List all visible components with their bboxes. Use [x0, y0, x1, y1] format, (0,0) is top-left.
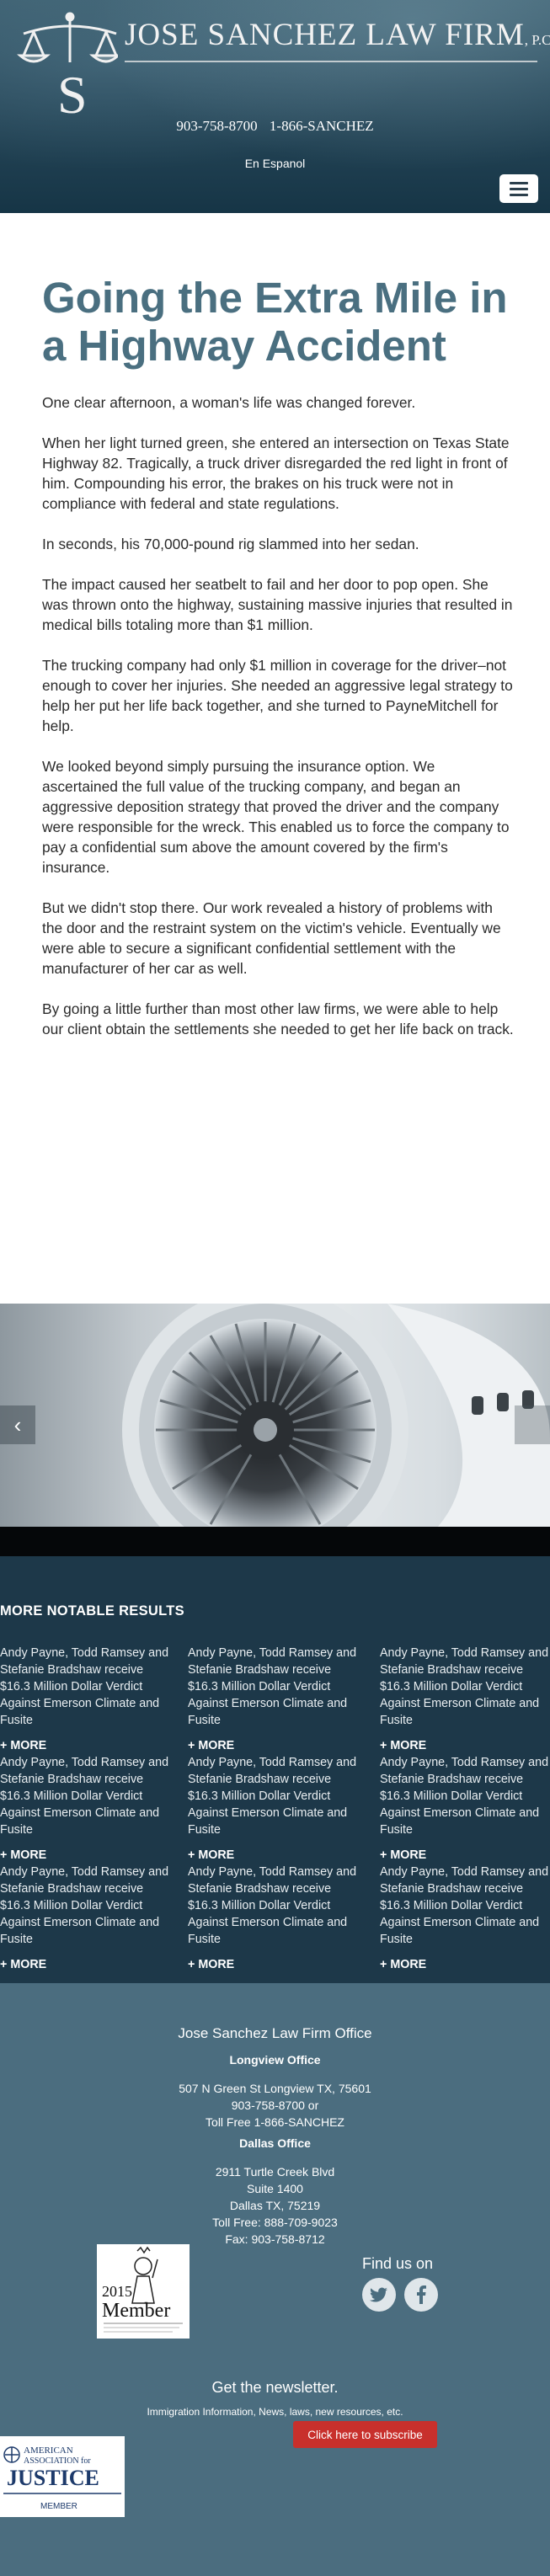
firm-name-text: JOSE SANCHEZ LAW FIRM	[125, 18, 525, 52]
hamburger-menu-icon	[510, 181, 528, 184]
firm-name-suffix: P.C.	[531, 32, 550, 48]
result-text: Andy Payne, Todd Ramsey and Stefanie Bra…	[188, 1756, 357, 1837]
article-paragraph: One clear afternoon, a woman's life was …	[42, 394, 416, 411]
result-more-link[interactable]: + MORE	[188, 1737, 360, 1754]
result-item: Andy Payne, Todd Ramsey and Stefanie Bra…	[380, 1754, 550, 1864]
results-heading: MORE NOTABLE RESULTS	[0, 1603, 184, 1619]
newsletter-title: Get the newsletter.	[211, 2379, 339, 2396]
longview-address: 507 N Green St Longview TX, 75601	[179, 2082, 371, 2095]
article-paragraph: By going a little further than most othe…	[42, 1000, 514, 1037]
phone-link-main[interactable]: 903-758-8700	[176, 118, 257, 134]
longview-tollfree[interactable]: Toll Free 1-866-SANCHEZ	[0, 2114, 550, 2131]
result-text: Andy Payne, Todd Ramsey and Stefanie Bra…	[380, 1646, 549, 1727]
result-item: Andy Payne, Todd Ramsey and Stefanie Bra…	[188, 1754, 360, 1864]
result-text: Andy Payne, Todd Ramsey and Stefanie Bra…	[0, 1646, 169, 1727]
facebook-button[interactable]	[404, 2278, 438, 2312]
article-paragraph: When her light turned green, she entered…	[42, 435, 510, 512]
dallas-address-1: 2911 Turtle Creek Blvd	[215, 2165, 335, 2179]
result-text: Andy Payne, Todd Ramsey and Stefanie Bra…	[188, 1865, 357, 1946]
result-more-link[interactable]: + MORE	[0, 1737, 173, 1754]
result-more-link[interactable]: + MORE	[380, 1737, 550, 1754]
slider-prev-button[interactable]: ‹	[0, 1405, 35, 1444]
longview-office-label: Longview Office	[229, 2053, 321, 2067]
twitter-icon	[370, 2287, 387, 2302]
aaj-line-4: MEMBER	[40, 2502, 77, 2511]
logo-divider	[125, 61, 537, 62]
result-text: Andy Payne, Todd Ramsey and Stefanie Bra…	[0, 1756, 169, 1837]
dallas-fax: Fax: 903-758-8712	[225, 2232, 325, 2246]
page-title: Going the Extra Mile in a Highway Accide…	[42, 274, 508, 370]
hamburger-menu-icon	[510, 187, 528, 190]
result-text: Andy Payne, Todd Ramsey and Stefanie Bra…	[188, 1646, 357, 1727]
longview-office: Longview Office 507 N Green St Longview …	[0, 2051, 550, 2131]
result-more-link[interactable]: + MORE	[380, 1847, 550, 1864]
result-item: Andy Payne, Todd Ramsey and Stefanie Bra…	[380, 1645, 550, 1754]
office-title: Jose Sanchez Law Firm Office	[178, 2025, 372, 2041]
dallas-tollfree[interactable]: Toll Free: 888-709-9023	[0, 2214, 550, 2231]
dallas-address-3: Dallas TX, 75219	[229, 2199, 321, 2212]
result-item: Andy Payne, Todd Ramsey and Stefanie Bra…	[380, 1864, 550, 1973]
notable-results-section: MORE NOTABLE RESULTS Andy Payne, Todd Ra…	[0, 1556, 550, 1983]
slider-next-button[interactable]	[515, 1405, 550, 1444]
article-paragraph: In seconds, his 70,000-pound rig slammed…	[42, 536, 419, 552]
result-more-link[interactable]: + MORE	[188, 1847, 360, 1864]
firm-name[interactable]: JOSE SANCHEZ LAW FIRM, P.C.	[125, 17, 550, 53]
phone-numbers: 903-758-8700 1-866-SANCHEZ	[0, 118, 550, 135]
hamburger-menu-button[interactable]	[499, 174, 538, 203]
result-more-link[interactable]: + MORE	[188, 1956, 360, 1973]
chevron-left-icon: ‹	[13, 1411, 22, 1437]
result-more-link[interactable]: + MORE	[0, 1847, 173, 1864]
result-item: Andy Payne, Todd Ramsey and Stefanie Bra…	[0, 1754, 173, 1864]
logo-letter: S	[57, 65, 88, 120]
result-text: Andy Payne, Todd Ramsey and Stefanie Bra…	[0, 1865, 169, 1946]
result-more-link[interactable]: + MORE	[0, 1956, 173, 1973]
article-content: Going the Extra Mile in a Highway Accide…	[42, 274, 514, 1059]
longview-phone[interactable]: 903-758-8700 or	[0, 2097, 550, 2114]
dallas-address-2: Suite 1400	[247, 2182, 303, 2195]
result-item: Andy Payne, Todd Ramsey and Stefanie Bra…	[188, 1645, 360, 1754]
member-badge-2015[interactable]: 2015 Member	[97, 2244, 190, 2339]
article-paragraph: We looked beyond simply pursuing the ins…	[42, 758, 510, 876]
american-association-for-justice-logo[interactable]: AMERICAN ASSOCIATION for JUSTICE MEMBER	[0, 2436, 125, 2517]
aaj-line-1: AMERICAN	[24, 2445, 73, 2456]
newsletter-description: Immigration Information, News, laws, new…	[147, 2406, 403, 2418]
hamburger-menu-icon	[510, 193, 528, 196]
article-paragraph: The trucking company had only $1 million…	[42, 657, 513, 734]
dallas-office: Dallas Office 2911 Turtle Creek Blvd Sui…	[0, 2135, 550, 2248]
jet-engine-illustration	[122, 1304, 550, 1527]
result-text: Andy Payne, Todd Ramsey and Stefanie Bra…	[380, 1865, 549, 1946]
badge-year: 2015	[102, 2283, 132, 2300]
badge-word: Member	[102, 2300, 170, 2322]
facebook-icon	[417, 2285, 426, 2304]
article-paragraph: The impact caused her seatbelt to fail a…	[42, 576, 513, 633]
language-link-espanol[interactable]: En Espanol	[0, 157, 550, 170]
aaj-line-2: ASSOCIATION for	[24, 2456, 91, 2466]
twitter-button[interactable]	[362, 2278, 396, 2312]
site-footer: Jose Sanchez Law Firm Office Longview Of…	[0, 1983, 550, 2576]
aaj-line-3: JUSTICE	[7, 2466, 99, 2490]
phone-link-tollfree[interactable]: 1-866-SANCHEZ	[270, 118, 374, 134]
slider-caption-bar	[0, 1527, 550, 1556]
jet-engine-photo	[0, 1304, 550, 1527]
result-item: Andy Payne, Todd Ramsey and Stefanie Bra…	[0, 1864, 173, 1973]
result-text: Andy Payne, Todd Ramsey and Stefanie Bra…	[380, 1756, 549, 1837]
subscribe-button[interactable]: Click here to subscribe	[293, 2421, 437, 2448]
result-item: Andy Payne, Todd Ramsey and Stefanie Bra…	[0, 1645, 173, 1754]
site-header: S JOSE SANCHEZ LAW FIRM, P.C. 903-758-87…	[0, 0, 550, 213]
result-item: Andy Payne, Todd Ramsey and Stefanie Bra…	[188, 1864, 360, 1973]
dallas-office-label: Dallas Office	[239, 2136, 311, 2150]
find-us-label: Find us on	[362, 2255, 434, 2272]
article-paragraph: But we didn't stop there. Our work revea…	[42, 899, 501, 977]
scales-of-justice-logo-icon[interactable]: S	[8, 12, 118, 120]
result-more-link[interactable]: + MORE	[380, 1956, 550, 1973]
